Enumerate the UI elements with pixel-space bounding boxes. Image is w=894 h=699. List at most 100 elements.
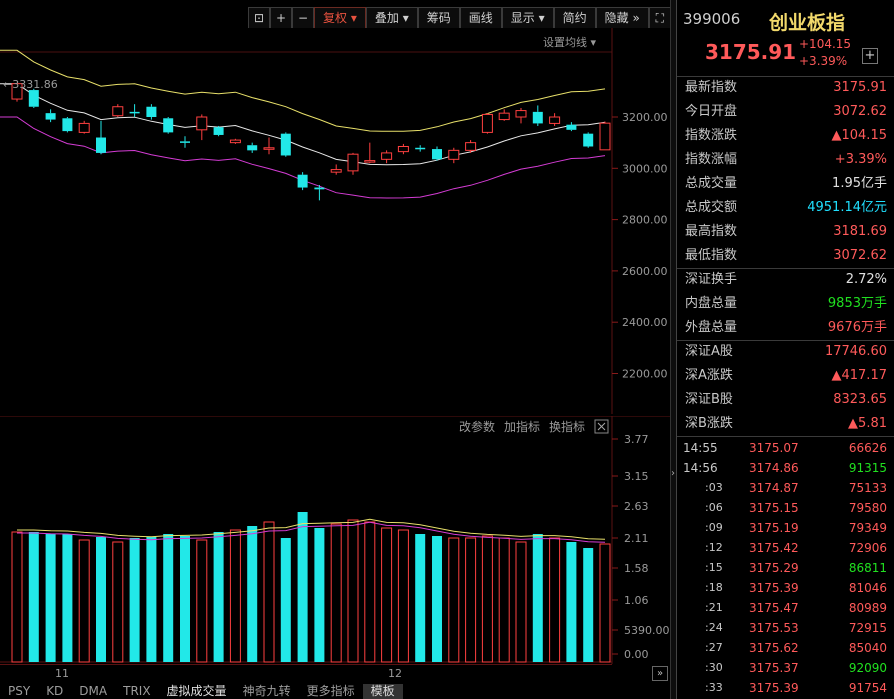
stat-label: 深证换手 (685, 272, 738, 287)
volume-bar-up (498, 537, 510, 663)
volume-bar-up (263, 521, 275, 663)
tab-dma[interactable]: DMA (71, 684, 115, 699)
adjust-button[interactable]: 复权 ▾ (314, 7, 366, 29)
y-tick-label: 3000.00 (622, 162, 668, 175)
stat-value: 3175.91 (833, 80, 887, 95)
volume-bar-up (11, 531, 23, 663)
tick-time: :09 (705, 521, 723, 534)
display-button[interactable]: 显示 ▾ (501, 7, 554, 29)
tab-trix[interactable]: TRIX (115, 684, 158, 699)
stat-label: 最新指数 (685, 80, 738, 95)
vol-tick-label: 2.63 (624, 500, 649, 513)
candle-down (297, 174, 308, 188)
stat-row: 最低指数 3072.62 (683, 244, 889, 268)
tick-volume: 75133 (848, 481, 887, 495)
candle-up (381, 152, 393, 160)
stat-row: 指数涨幅 +3.39% (683, 148, 889, 172)
tick-row: :30 3175.37 92090 (677, 658, 894, 678)
tab-kd[interactable]: KD (38, 684, 71, 699)
volume-bar-down (129, 538, 140, 662)
candle-up (465, 142, 477, 151)
scroll-right-icon[interactable]: » (652, 666, 668, 681)
tick-volume: 72915 (848, 621, 887, 635)
y-tick-label: 2200.00 (622, 368, 668, 381)
x-label-month-12: 12 (388, 667, 402, 680)
index-price: 3175.91 (705, 40, 797, 64)
volume-bar-down (297, 512, 308, 662)
stat-value: 3181.69 (833, 224, 887, 239)
quote-panel: 399006 创业板指 3175.91 +104.15 +3.39% + 最新指… (676, 0, 894, 699)
stat-row: 深证B股 8323.65 (683, 388, 889, 412)
tick-volume: 72906 (848, 541, 887, 555)
tick-row: :03 3174.87 75133 (677, 478, 894, 498)
tick-volume: 91754 (848, 681, 887, 695)
candle-up (78, 122, 90, 133)
index-name: 创业板指 (769, 12, 846, 34)
stat-value: +3.39% (834, 152, 887, 167)
stat-label: 指数涨幅 (685, 152, 738, 167)
add-indicator-button[interactable]: 加指标 (504, 419, 540, 434)
tick-price: 3175.42 (749, 541, 799, 555)
ma-settings[interactable]: 设置均线 ▾ (543, 35, 596, 49)
chips-button[interactable]: 筹码 (417, 7, 460, 29)
tick-price: 3175.39 (749, 681, 799, 695)
tab-psy[interactable]: PSY (0, 684, 38, 699)
tick-row: 14:55 3175.07 66626 (677, 438, 894, 458)
tick-time: :27 (705, 641, 723, 654)
tab-template[interactable]: 模板 (362, 684, 403, 699)
tick-row: :06 3175.15 79580 (677, 498, 894, 518)
volume-bar-down (247, 526, 258, 662)
kline-chart[interactable]: 3200.00 3000.00 2800.00 2600.00 2400.00 2200.… (0, 28, 670, 414)
tick-price: 3174.87 (749, 481, 799, 495)
tick-volume: 79349 (848, 521, 887, 535)
tick-row: :15 3175.29 86811 (677, 558, 894, 578)
switch-indicator-button[interactable]: 换指标 (549, 419, 585, 434)
fullscreen-icon[interactable]: ⛶ (648, 7, 671, 29)
change-param-button[interactable]: 改参数 (459, 419, 495, 434)
candle-down (45, 113, 56, 120)
stat-row: 内盘总量 9853万手 (683, 292, 889, 316)
zoom-out-icon[interactable]: − (292, 7, 314, 29)
volume-bar-up (465, 537, 477, 663)
stat-label: 今日开盘 (685, 104, 738, 119)
splitter-arrow-icon[interactable]: › (671, 468, 675, 479)
volume-bar-up (481, 535, 493, 663)
stat-value: 9676万手 (827, 320, 887, 335)
y-tick-label: 2800.00 (622, 214, 668, 227)
tick-volume: 91315 (848, 461, 887, 475)
stat-value: ▲104.15 (831, 128, 888, 143)
add-watchlist-icon[interactable]: + (862, 48, 878, 64)
simple-button[interactable]: 简约 (553, 7, 596, 29)
tick-volume: 80989 (848, 601, 887, 615)
overlay-button[interactable]: 叠加 ▾ (365, 7, 418, 29)
tab-more-indicators[interactable]: 更多指标 (299, 684, 363, 699)
tab-magic-nine[interactable]: 神奇九转 (235, 684, 299, 699)
tick-volume: 86811 (848, 561, 887, 575)
candle-up (364, 160, 376, 163)
tick-volume: 66626 (848, 441, 887, 455)
volume-chart[interactable]: 3.773.152.632.111.581.065390.000.00 改参数 … (0, 416, 670, 664)
tick-price: 3175.62 (749, 641, 799, 655)
candle-up (263, 147, 275, 150)
candle-up (330, 169, 342, 173)
candle-down (28, 90, 39, 107)
y-tick-label: 2400.00 (622, 316, 668, 329)
hide-button[interactable]: 隐藏 » (595, 7, 649, 29)
tick-time: :21 (705, 601, 723, 614)
tick-time: 14:55 (683, 441, 718, 455)
index-change-pct: +3.39% (799, 54, 848, 68)
stat-value: 9853万手 (827, 296, 887, 311)
zoom-in-icon[interactable]: + (270, 7, 292, 29)
tick-time: 14:56 (683, 461, 718, 475)
stat-value: 8323.65 (833, 392, 887, 407)
volume-bar-down (213, 532, 224, 662)
top-strip (0, 0, 670, 6)
tab-virtual-volume[interactable]: 虚拟成交量 (159, 684, 235, 699)
stat-value: 17746.60 (824, 344, 887, 359)
volume-bar-up (78, 539, 90, 663)
lock-icon[interactable]: ⊡ (248, 7, 270, 29)
draw-line-button[interactable]: 画线 (459, 7, 502, 29)
candle-down (213, 127, 224, 135)
candle-up (481, 113, 493, 133)
tick-row: :18 3175.39 81046 (677, 578, 894, 598)
